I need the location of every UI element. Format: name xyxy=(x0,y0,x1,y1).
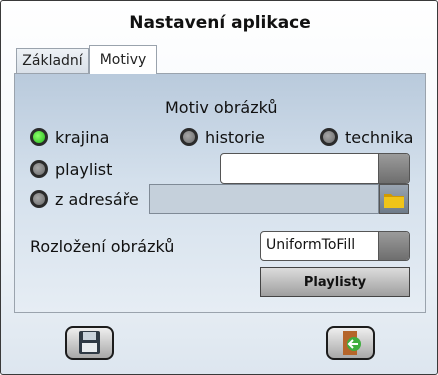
motiv-heading: Motiv obrázků xyxy=(165,98,278,117)
radio-historie[interactable] xyxy=(180,128,198,146)
floppy-disk-icon xyxy=(79,331,100,354)
radio-krajina[interactable] xyxy=(30,128,48,146)
folder-icon xyxy=(384,194,404,208)
playlist-select[interactable] xyxy=(220,153,410,184)
radio-krajina-label: krajina xyxy=(55,128,110,147)
radio-technika[interactable] xyxy=(320,128,338,146)
radio-technika-label: technika xyxy=(345,128,414,147)
layout-select-value: UniformToFill xyxy=(266,237,356,253)
radio-z-adresare[interactable] xyxy=(30,190,48,208)
radio-playlist[interactable] xyxy=(30,160,48,178)
browse-folder-button[interactable] xyxy=(379,184,409,214)
radio-historie-label: historie xyxy=(205,128,265,147)
layout-select[interactable]: UniformToFill xyxy=(260,231,410,261)
exit-door-icon xyxy=(343,331,361,355)
playlisty-button[interactable]: Playlisty xyxy=(260,267,410,297)
exit-button[interactable] xyxy=(326,326,375,360)
layout-label: Rozložení obrázků xyxy=(30,237,175,256)
directory-path-input[interactable] xyxy=(149,184,379,214)
radio-playlist-label: playlist xyxy=(55,160,113,179)
window-title: Nastavení aplikace xyxy=(129,13,311,33)
tab-motivy[interactable]: Motivy xyxy=(89,45,157,74)
tab-zakladni[interactable]: Základní xyxy=(16,48,89,73)
dropdown-arrow-icon[interactable] xyxy=(378,232,409,260)
radio-z-adresare-label: z adresáře xyxy=(55,190,139,209)
settings-window: Nastavení aplikace Základní Motivy Motiv… xyxy=(0,0,438,375)
save-button[interactable] xyxy=(65,326,114,360)
dropdown-arrow-icon[interactable] xyxy=(378,154,409,183)
